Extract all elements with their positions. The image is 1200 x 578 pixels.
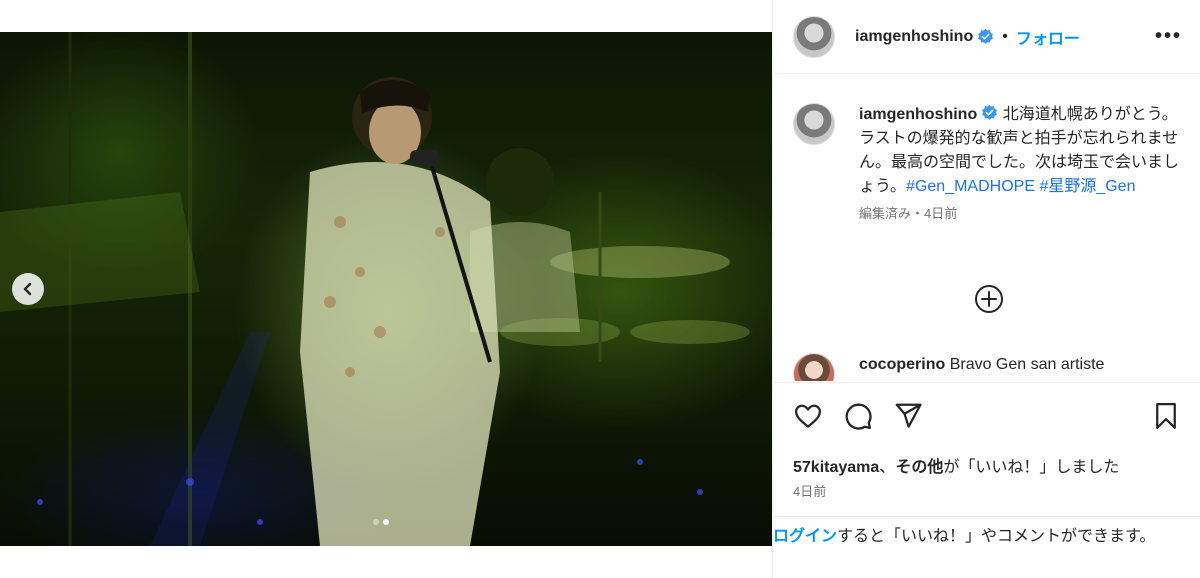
post-date[interactable]: 4日前 [773, 477, 1200, 500]
carousel-indicator [373, 519, 389, 525]
likes-summary: 57kitayama、その他が「いいね！」しました [773, 431, 1200, 477]
follow-button[interactable]: フォロー [1016, 25, 1080, 49]
login-prompt-text: すると「いいね！」やコメントができます。 [837, 528, 1156, 545]
heart-icon[interactable] [793, 401, 823, 431]
login-link[interactable]: ログイン [773, 528, 837, 545]
post-caption: iamgenhoshino 北海道札幌ありがとう。ラストの爆発的な歓声と拍手が忘… [773, 75, 1200, 223]
post-photo[interactable] [0, 32, 772, 546]
liked-by-user[interactable]: 57kitayama [793, 459, 879, 476]
media-area [0, 0, 772, 578]
liked-by-others[interactable]: その他 [895, 459, 943, 476]
post-actions: 57kitayama、その他が「いいね！」しました 4日前 [773, 382, 1200, 516]
caption-meta: 編集済み・4日前 [859, 206, 958, 221]
bookmark-icon[interactable] [1151, 401, 1181, 431]
avatar[interactable] [793, 353, 835, 381]
more-options-button[interactable]: ••• [1155, 25, 1182, 48]
header-username[interactable]: iamgenhoshino [855, 28, 973, 46]
verified-badge-icon [978, 28, 994, 44]
caption-username[interactable]: iamgenhoshino [859, 106, 977, 123]
carousel-dot [373, 519, 379, 525]
chevron-left-icon [23, 282, 32, 296]
login-prompt: ログインすると「いいね！」やコメントができます。 [773, 516, 1200, 578]
previous-slide-button[interactable] [12, 273, 44, 305]
avatar[interactable] [793, 15, 835, 58]
avatar[interactable] [793, 103, 835, 145]
hashtag-link[interactable]: #星野源_Gen [1039, 178, 1135, 195]
comment-username[interactable]: cocoperino [859, 356, 945, 373]
share-icon[interactable] [893, 401, 923, 431]
concert-photo-illustration [0, 32, 772, 546]
likes-connector: 、 [879, 459, 896, 476]
likes-suffix: が「いいね！」しました [943, 459, 1120, 476]
verified-badge-icon [982, 104, 998, 120]
comment-item: cocoperino Bravo Gen san artiste [793, 353, 1104, 381]
load-more-comments-icon[interactable] [973, 283, 1005, 315]
header-separator: • [1002, 27, 1008, 45]
comment-icon[interactable] [843, 401, 873, 431]
carousel-dot-active [383, 519, 389, 525]
comments-section[interactable]: iamgenhoshino 北海道札幌ありがとう。ラストの爆発的な歓声と拍手が忘… [773, 75, 1200, 381]
hashtag-link[interactable]: #Gen_MADHOPE [906, 178, 1035, 195]
comment-text: Bravo Gen san artiste [949, 356, 1105, 373]
post-side-panel: iamgenhoshino • フォロー ••• iamgenhoshino 北… [772, 0, 1200, 578]
post-header: iamgenhoshino • フォロー ••• [773, 0, 1200, 74]
